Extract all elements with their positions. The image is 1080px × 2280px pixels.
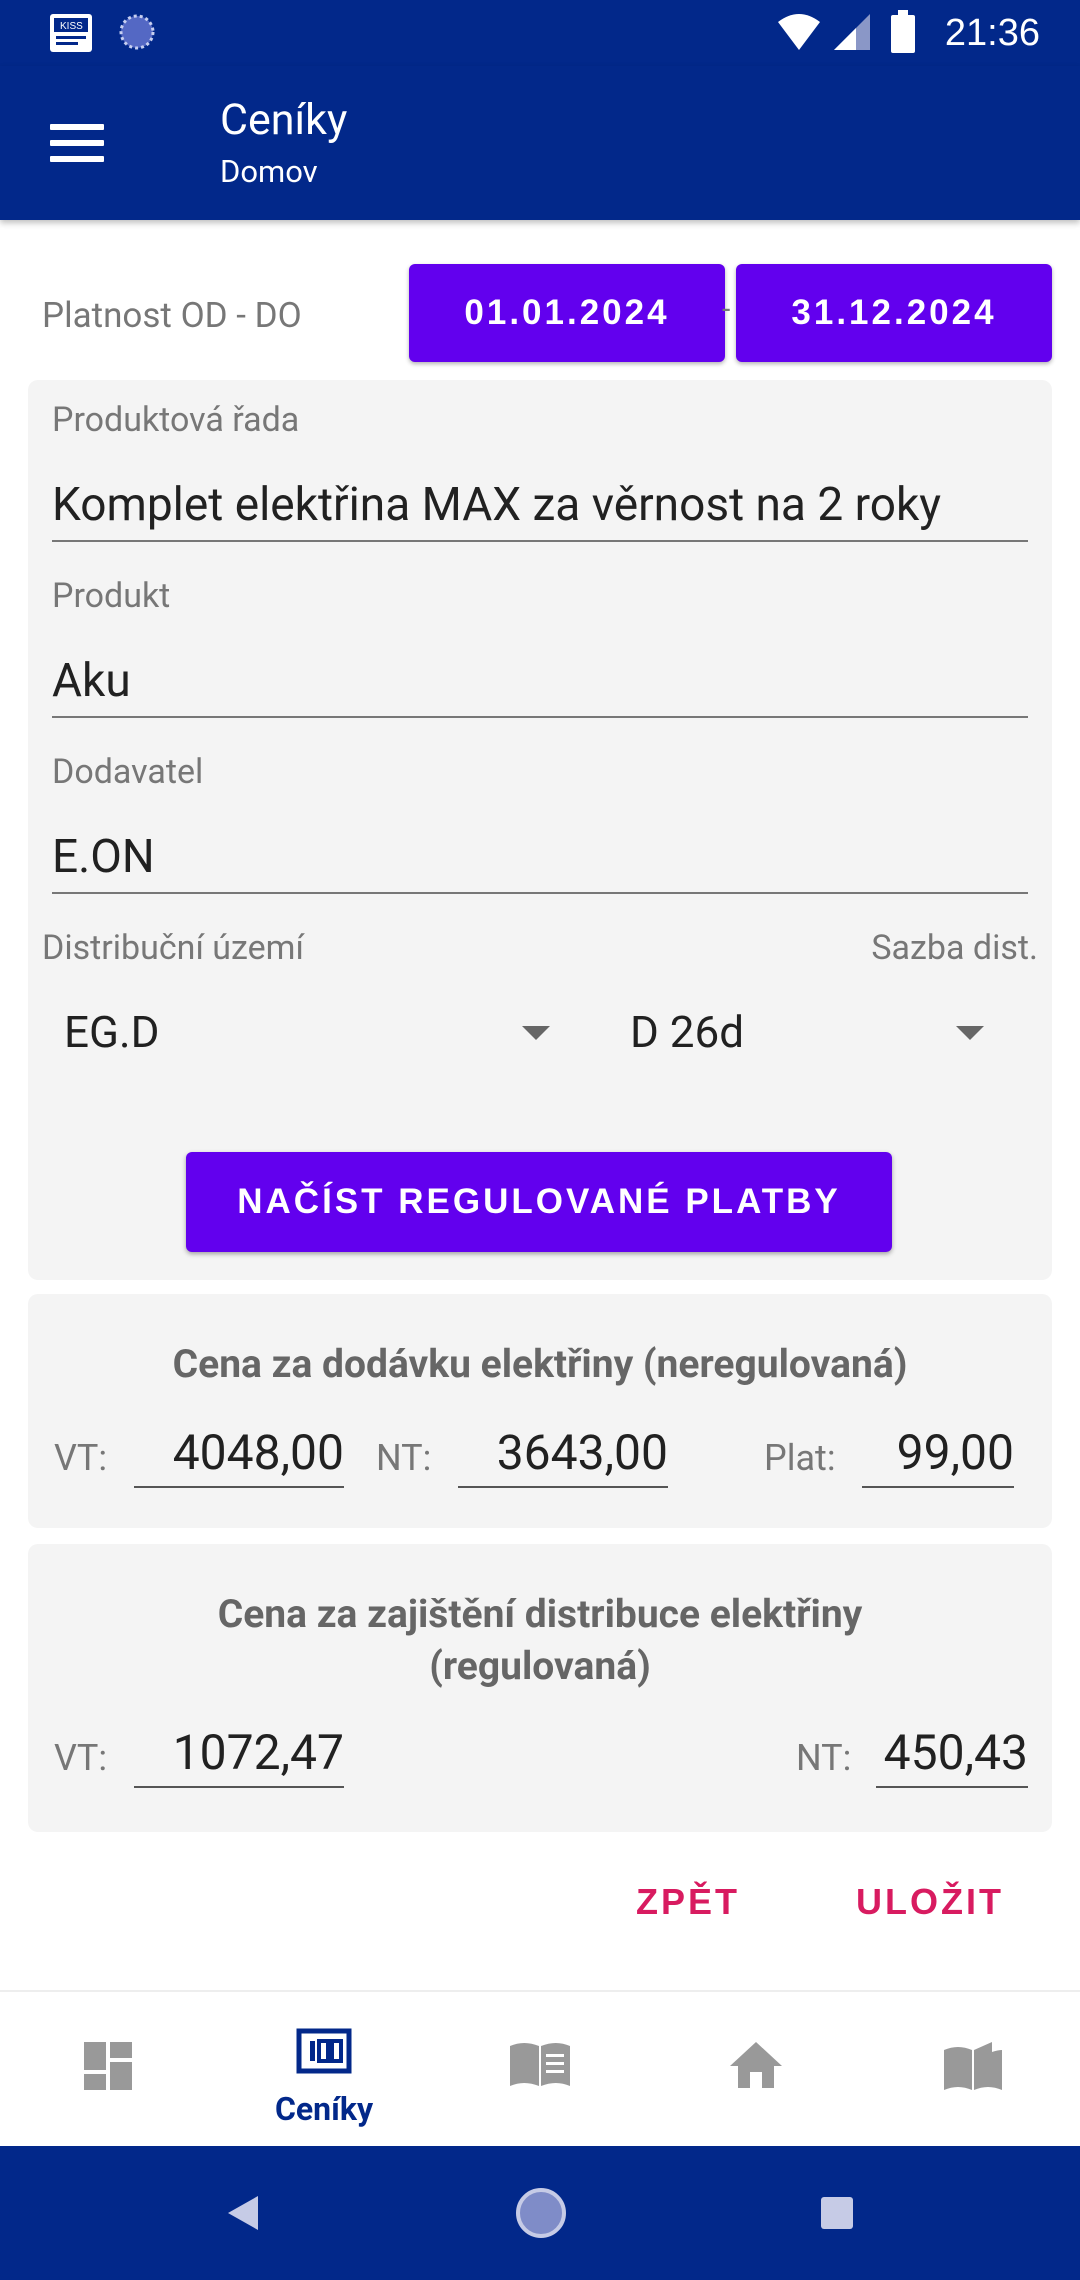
supply-nt-label: NT: [376,1437,432,1479]
nav-item-price-list[interactable]: Ceníky [216,1992,432,2148]
distribution-price-card: Cena za zajištění distribuce elektřiny (… [28,1544,1052,1832]
nav-item-home[interactable] [648,1992,864,2148]
supplier-field[interactable]: E.ON [52,826,1028,894]
nav-item-label: Ceníky [274,2090,374,2128]
distribution-nt-input[interactable]: 450,43 [876,1722,1028,1788]
system-navigation-bar [0,2146,1080,2280]
signal-icon [834,14,870,50]
nav-item-book[interactable] [432,1992,648,2148]
supply-price-card: Cena za dodávku elektřiny (neregulovaná)… [28,1294,1052,1528]
product-card: Produktová řada Komplet elektřina MAX za… [28,380,1052,1280]
product-line-label: Produktová řada [52,400,300,440]
product-label: Produkt [52,576,171,616]
rate-label: Sazba dist. [871,928,1038,968]
distribution-vt-label: VT: [54,1737,108,1779]
rate-value: D 26d [630,1006,745,1058]
svg-text:KISS: KISS [60,21,83,32]
battery-icon [891,10,915,53]
app-bar: Ceníky Domov [0,66,1080,220]
kiss-app-icon: KISS [50,14,92,52]
date-to-button[interactable]: 31.12.2024 [736,264,1052,362]
rate-select[interactable]: D 26d [630,992,1030,1072]
clock: 21:36 [944,12,1040,54]
nav-item-dashboard[interactable] [0,1992,216,2148]
distribution-area-label: Distribuční území [42,928,304,968]
book-icon [510,2043,570,2086]
supply-plat-input[interactable]: 99,00 [862,1422,1014,1488]
sync-icon [119,14,155,50]
dropdown-arrow-icon [522,1026,550,1040]
dashboard-icon [84,2042,132,2090]
home-circle-icon[interactable] [514,2186,568,2240]
supply-vt-label: VT: [54,1437,108,1479]
price-list-icon [296,2028,352,2074]
supplier-label: Dodavatel [52,752,204,792]
bottom-navigation: Ceníky [0,1990,1080,2148]
distribution-area-value: EG.D [64,1006,160,1058]
distribution-price-title-line2: (regulovaná) [429,1643,651,1689]
product-line-field[interactable]: Komplet elektřina MAX za věrnost na 2 ro… [52,474,1028,542]
distribution-nt-label: NT: [796,1737,852,1779]
distribution-price-title-line1: Cena za zajištění distribuce elektřiny [217,1591,863,1637]
date-from-button[interactable]: 01.01.2024 [409,264,725,362]
distribution-vt-input[interactable]: 1072,47 [134,1722,344,1788]
map-book-icon [944,2042,1002,2090]
back-icon[interactable] [222,2192,262,2234]
status-bar: KISS 21:36 [0,0,1080,66]
home-icon [730,2042,782,2088]
supply-vt-input[interactable]: 4048,00 [134,1422,344,1488]
back-button[interactable]: ZPĚT [636,1874,740,1930]
hamburger-menu-icon[interactable] [40,114,114,174]
wifi-icon [778,14,820,50]
page-title: Ceníky [220,95,348,145]
save-button[interactable]: ULOŽIT [856,1874,1004,1930]
validity-label: Platnost OD - DO [42,295,302,336]
date-separator: - [722,292,731,327]
supply-nt-input[interactable]: 3643,00 [458,1422,668,1488]
product-field[interactable]: Aku [52,650,1028,718]
recents-icon[interactable] [818,2194,856,2232]
distribution-area-select[interactable]: EG.D [64,992,564,1072]
dropdown-arrow-icon [956,1026,984,1040]
supply-price-title: Cena za dodávku elektřiny (neregulovaná) [172,1341,908,1387]
load-regulated-payments-button[interactable]: NAČÍST REGULOVANÉ PLATBY [186,1152,892,1252]
page-subtitle: Domov [220,153,318,190]
supply-plat-label: Plat: [764,1437,836,1479]
nav-item-map-book[interactable] [864,1992,1080,2148]
